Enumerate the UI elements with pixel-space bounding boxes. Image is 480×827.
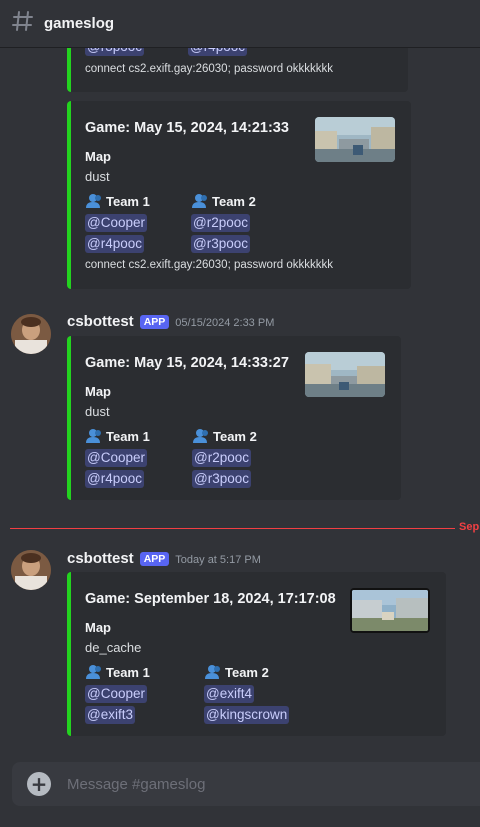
user-mention[interactable]: @r3pooc (191, 235, 250, 253)
embed-title: Game: May 15, 2024, 14:21:33 (85, 120, 289, 136)
game-embed: Game: May 15, 2024, 14:21:33 Map dust Te… (67, 101, 411, 289)
message-header: csbottest APP Today at 5:17 PM (67, 550, 261, 567)
username[interactable]: csbottest (67, 550, 134, 567)
user-mention[interactable]: @r4pooc (85, 470, 144, 488)
username[interactable]: csbottest (67, 313, 134, 330)
user-mention[interactable]: @r2pooc (191, 214, 250, 232)
channel-name: gameslog (44, 15, 115, 32)
avatar[interactable] (11, 314, 51, 354)
user-icon (86, 194, 101, 208)
user-icon (86, 429, 101, 443)
user-mention[interactable]: @kingscrown (204, 706, 290, 724)
channel-header: gameslog (0, 0, 480, 48)
divider-date-label: Sep (459, 521, 480, 533)
user-mention[interactable]: @Cooper (85, 449, 147, 467)
user-mention[interactable]: @r4pooc (85, 235, 144, 253)
team2-heading: Team 2 (204, 664, 289, 680)
embed-title: Game: September 18, 2024, 17:17:08 (85, 591, 336, 607)
team1-heading: Team 1 (85, 193, 150, 209)
field-value-map: dust (85, 404, 110, 419)
user-icon (193, 429, 208, 443)
game-embed: Game: September 18, 2024, 17:17:08 Map d… (67, 572, 446, 736)
field-name-map: Map (85, 149, 111, 164)
new-messages-divider (10, 528, 455, 529)
map-thumbnail[interactable] (315, 117, 395, 162)
team2-heading: Team 2 (192, 428, 257, 444)
embed-title: Game: May 15, 2024, 14:33:27 (85, 355, 289, 371)
user-mention[interactable]: @r3pooc (192, 470, 251, 488)
message-input[interactable] (67, 775, 447, 793)
user-icon (205, 665, 220, 679)
plus-circle-icon[interactable]: + (27, 772, 51, 796)
user-mention[interactable]: @Cooper (85, 685, 147, 703)
field-value-map: dust (85, 169, 110, 184)
map-thumbnail[interactable] (305, 352, 385, 397)
timestamp[interactable]: 05/15/2024 2:33 PM (175, 317, 274, 329)
connect-command: connect cs2.exift.gay:26030; password ok… (85, 259, 334, 271)
app-badge: APP (139, 315, 170, 329)
field-name-map: Map (85, 620, 111, 635)
user-mention[interactable]: @Cooper (85, 214, 147, 232)
timestamp[interactable]: Today at 5:17 PM (175, 554, 261, 566)
field-name-map: Map (85, 384, 111, 399)
user-mention[interactable]: @exift3 (85, 706, 135, 724)
field-value-map: de_cache (85, 640, 142, 655)
game-embed: Game: May 15, 2024, 14:33:27 Map dust Te… (67, 336, 401, 500)
user-mention[interactable]: @r2pooc (192, 449, 251, 467)
team1-heading: Team 1 (85, 664, 150, 680)
connect-command: connect cs2.exift.gay:26030; password ok… (85, 63, 334, 75)
user-icon (86, 665, 101, 679)
avatar[interactable] (11, 550, 51, 590)
hash-icon (12, 10, 36, 37)
message-composer: + (12, 762, 480, 806)
map-thumbnail[interactable] (350, 588, 430, 633)
team1-heading: Team 1 (85, 428, 150, 444)
team2-heading: Team 2 (191, 193, 256, 209)
message-header: csbottest APP 05/15/2024 2:33 PM (67, 313, 274, 330)
user-mention[interactable]: @exift4 (204, 685, 254, 703)
app-badge: APP (139, 552, 170, 566)
user-icon (192, 194, 207, 208)
